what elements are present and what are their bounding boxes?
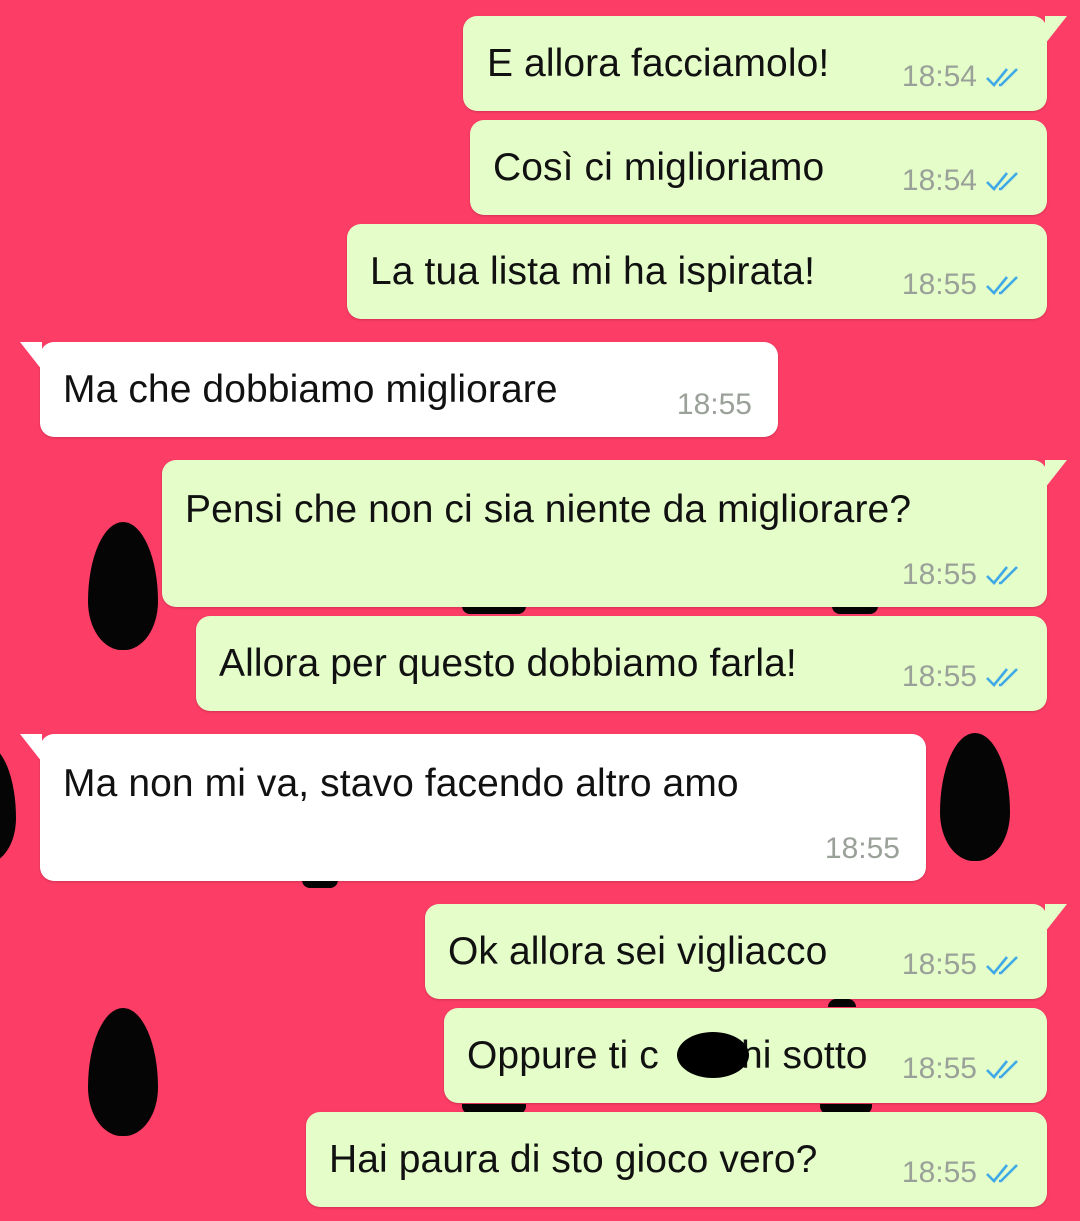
- message-meta: 18:55: [825, 832, 900, 866]
- message-bubble-outgoing[interactable]: E allora facciamolo! 18:54: [463, 16, 1067, 111]
- message-text: Allora per questo dobbiamo farla!: [219, 642, 797, 685]
- message-text: Hai paura di sto gioco vero?: [329, 1138, 818, 1181]
- message-time: 18:55: [901, 268, 977, 301]
- double-check-read-icon: [986, 566, 1018, 585]
- message-time: 18:55: [901, 558, 977, 591]
- double-check-read-icon: [986, 668, 1018, 687]
- message-text-start: Oppure ti c: [467, 1034, 659, 1077]
- redaction-mark: [677, 1032, 749, 1078]
- message-text-end: hi sotto: [741, 1034, 868, 1077]
- message-text: Ma che dobbiamo migliorare: [63, 368, 558, 411]
- seed-decoration: [828, 999, 856, 1007]
- message-time: 18:55: [676, 388, 752, 421]
- seed-decoration: [302, 880, 338, 888]
- double-check-read-icon: [986, 956, 1018, 975]
- message-meta: 18:55: [902, 558, 1023, 592]
- message-meta: 18:55: [902, 660, 1023, 694]
- double-check-read-icon: [986, 1060, 1018, 1079]
- message-bubble-incoming[interactable]: Ma non mi va, stavo facendo altro amo 18…: [20, 734, 926, 881]
- seed-decoration: [88, 522, 158, 650]
- message-bubble-incoming[interactable]: Ma che dobbiamo migliorare 18:55: [20, 342, 778, 437]
- message-text: E allora facciamolo!: [487, 42, 830, 85]
- message-time: 18:55: [901, 1052, 977, 1085]
- message-meta: 18:54: [902, 164, 1023, 198]
- message-text: Ma non mi va, stavo facendo altro amo: [63, 762, 739, 805]
- message-time: 18:54: [901, 60, 977, 93]
- message-meta: 18:55: [902, 1156, 1023, 1190]
- message-meta: 18:55: [902, 268, 1023, 302]
- bubble-tail: [1045, 904, 1067, 932]
- seed-decoration: [0, 745, 16, 863]
- message-bubble-outgoing[interactable]: Oppure ti c hi sotto 18:55: [444, 1008, 1047, 1103]
- message-meta: 18:55: [677, 388, 752, 422]
- message-time: 18:54: [901, 164, 977, 197]
- message-bubble-outgoing[interactable]: La tua lista mi ha ispirata! 18:55: [347, 224, 1047, 319]
- message-bubble-outgoing[interactable]: Ok allora sei vigliacco 18:55: [425, 904, 1067, 999]
- message-text: Così ci miglioriamo: [493, 146, 825, 189]
- message-meta: 18:55: [902, 948, 1023, 982]
- seed-decoration: [940, 733, 1010, 861]
- message-bubble-outgoing[interactable]: Allora per questo dobbiamo farla! 18:55: [196, 616, 1047, 711]
- message-text: La tua lista mi ha ispirata!: [370, 250, 816, 293]
- message-meta: 18:55: [902, 1052, 1023, 1086]
- double-check-read-icon: [986, 172, 1018, 191]
- message-text: Ok allora sei vigliacco: [448, 930, 828, 973]
- bubble-tail: [1045, 16, 1067, 44]
- message-bubble-outgoing[interactable]: Così ci miglioriamo 18:54: [470, 120, 1047, 215]
- message-time: 18:55: [901, 1156, 977, 1189]
- bubble-tail: [20, 734, 42, 762]
- double-check-read-icon: [986, 68, 1018, 87]
- message-text: Pensi che non ci sia niente da migliorar…: [185, 488, 912, 531]
- bubble-tail: [1045, 460, 1067, 488]
- message-time: 18:55: [824, 832, 900, 865]
- message-meta: 18:54: [902, 60, 1023, 94]
- message-bubble-outgoing[interactable]: Hai paura di sto gioco vero? 18:55: [306, 1112, 1047, 1207]
- double-check-read-icon: [986, 276, 1018, 295]
- message-time: 18:55: [901, 660, 977, 693]
- seed-decoration: [88, 1008, 158, 1136]
- bubble-tail: [20, 342, 42, 370]
- message-bubble-outgoing[interactable]: Pensi che non ci sia niente da migliorar…: [162, 460, 1067, 607]
- message-time: 18:55: [901, 948, 977, 981]
- double-check-read-icon: [986, 1164, 1018, 1183]
